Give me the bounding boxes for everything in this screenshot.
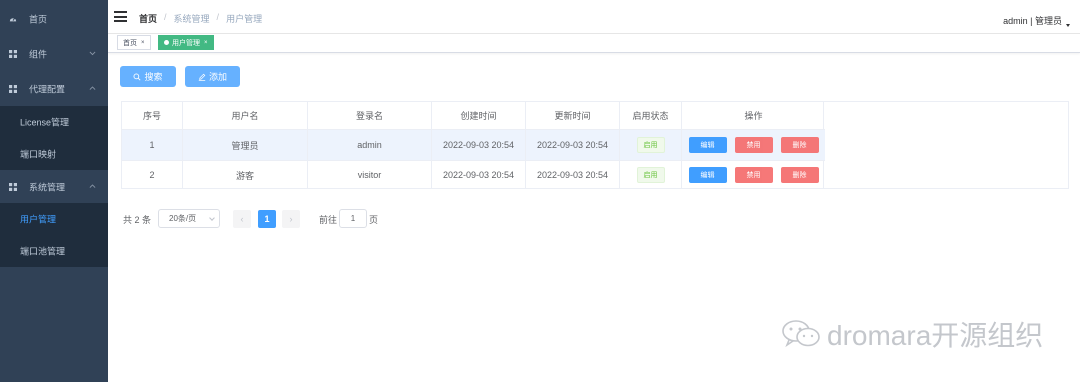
caret-down-icon xyxy=(1066,24,1070,27)
prev-page-button[interactable]: ‹ xyxy=(233,210,251,228)
tag-label: 首页 xyxy=(123,39,137,47)
page-size-value: 20条/页 xyxy=(169,214,197,223)
chevron-up-icon xyxy=(89,183,96,188)
sidebar-item-label: 代理配置 xyxy=(29,84,66,94)
edit-button[interactable]: 编辑 xyxy=(688,137,727,153)
goto-suffix: 页 xyxy=(369,215,379,225)
sidebar: 首页 组件 代理配置 License管理 端口映射 系统管理 用户管理 端口池管… xyxy=(0,0,108,382)
column-header: 登录名 xyxy=(308,102,432,129)
goto-page-input[interactable]: 1 xyxy=(339,209,367,228)
cell-created: 2022-09-03 20:54 xyxy=(432,130,526,160)
status-badge: 启用 xyxy=(636,137,665,153)
table-header-row: 序号 用户名 登录名 创建时间 更新时间 启用状态 操作 xyxy=(122,102,825,130)
cell-updated: 2022-09-03 20:54 xyxy=(526,130,620,160)
watermark-text: dromara开源组织 xyxy=(827,320,1044,351)
column-header: 更新时间 xyxy=(526,102,620,129)
page-size-select[interactable]: 20条/页 xyxy=(158,209,220,228)
breadcrumb-separator: / xyxy=(216,12,220,22)
chevron-down-icon xyxy=(89,51,96,55)
sidebar-item-label: 系统管理 xyxy=(29,182,66,192)
disable-button[interactable]: 禁用 xyxy=(734,167,773,183)
user-menu[interactable]: admin | 管理员 xyxy=(1003,14,1070,27)
cell-status: 启用 xyxy=(620,161,682,189)
sidebar-item-port-mapping[interactable]: 端口映射 xyxy=(0,138,108,170)
sidebar-item-label: License管理 xyxy=(20,117,70,128)
edit-button[interactable]: 编辑 xyxy=(688,167,727,183)
cell-username: 游客 xyxy=(183,161,308,189)
sidebar-item-label: 组件 xyxy=(29,49,48,59)
sidebar-item-components[interactable]: 组件 xyxy=(0,37,108,70)
sidebar-item-label: 端口池管理 xyxy=(20,246,66,257)
column-header: 用户名 xyxy=(183,102,308,129)
add-button-label: 添加 xyxy=(208,72,227,82)
column-header: 序号 xyxy=(122,102,183,129)
wechat-logo-icon xyxy=(782,320,820,348)
breadcrumb-system: 系统管理 xyxy=(173,14,210,24)
status-badge: 启用 xyxy=(636,167,665,183)
breadcrumb-current: 用户管理 xyxy=(226,14,263,24)
grid-icon xyxy=(9,49,17,58)
cell-created: 2022-09-03 20:54 xyxy=(432,161,526,189)
grid-icon xyxy=(9,182,17,191)
add-button[interactable]: 添加 xyxy=(185,66,240,87)
column-header: 启用状态 xyxy=(620,102,682,129)
sidebar-item-port-pool[interactable]: 端口池管理 xyxy=(0,235,108,267)
sidebar-item-label: 首页 xyxy=(29,14,48,24)
tag-label: 用户管理 xyxy=(172,39,200,47)
tags-view: 首页 × 用户管理 × xyxy=(108,34,1080,53)
sidebar-item-user-management[interactable]: 用户管理 xyxy=(0,203,108,235)
search-button[interactable]: 搜索 xyxy=(120,66,176,87)
sidebar-item-license[interactable]: License管理 xyxy=(0,106,108,138)
cell-updated: 2022-09-03 20:54 xyxy=(526,161,620,189)
search-button-label: 搜索 xyxy=(144,72,163,82)
hamburger-icon[interactable] xyxy=(114,11,127,22)
breadcrumb-home[interactable]: 首页 xyxy=(139,12,157,25)
column-header: 操作 xyxy=(744,111,763,121)
cell-login: visitor xyxy=(308,161,432,189)
navbar: 首页 / 系统管理 / 用户管理 admin | 管理员 xyxy=(108,0,1080,34)
table-row[interactable]: 1 管理员 admin 2022-09-03 20:54 2022-09-03 … xyxy=(122,130,825,161)
column-header: 创建时间 xyxy=(432,102,526,129)
breadcrumb-separator: / xyxy=(164,12,167,22)
cell-status: 启用 xyxy=(620,130,682,160)
cell-actions: 编辑 禁用 删除 xyxy=(682,130,825,160)
edit-icon xyxy=(198,73,206,81)
cell-index: 1 xyxy=(122,130,183,160)
cell-login: admin xyxy=(308,130,432,160)
cell-actions: 编辑 禁用 删除 xyxy=(682,161,825,189)
disable-button[interactable]: 禁用 xyxy=(734,137,773,153)
close-icon[interactable]: × xyxy=(204,40,208,46)
page-number-current[interactable]: 1 xyxy=(258,210,276,228)
search-icon xyxy=(134,73,141,81)
active-dot-icon xyxy=(164,40,169,45)
dashboard-icon xyxy=(9,17,17,21)
table-row[interactable]: 2 游客 visitor 2022-09-03 20:54 2022-09-03… xyxy=(122,161,825,189)
grid-icon xyxy=(9,84,17,93)
sidebar-item-label: 用户管理 xyxy=(20,214,57,225)
cell-username: 管理员 xyxy=(183,130,308,160)
delete-button[interactable]: 删除 xyxy=(780,137,819,153)
delete-button[interactable]: 删除 xyxy=(780,167,819,183)
breadcrumb: 首页 / 系统管理 / 用户管理 xyxy=(139,12,262,25)
goto-label: 前往 xyxy=(319,215,338,225)
pagination-total: 共 2 条 xyxy=(123,215,152,225)
sidebar-item-proxy-config[interactable]: 代理配置 xyxy=(0,72,108,105)
watermark: dromara开源组织 xyxy=(781,314,1043,354)
next-page-button[interactable]: › xyxy=(282,210,300,228)
cell-index: 2 xyxy=(122,161,183,189)
tag-home[interactable]: 首页 × xyxy=(117,35,151,50)
user-label: admin | 管理员 xyxy=(1003,16,1062,26)
sidebar-item-home[interactable]: 首页 xyxy=(0,2,108,35)
tag-user-management[interactable]: 用户管理 × xyxy=(158,35,214,50)
sidebar-item-label: 端口映射 xyxy=(20,149,57,160)
table-filler xyxy=(824,101,1069,189)
user-table: 序号 用户名 登录名 创建时间 更新时间 启用状态 操作 1 管理员 admin… xyxy=(121,101,825,189)
app-root: 首页 组件 代理配置 License管理 端口映射 系统管理 用户管理 端口池管… xyxy=(0,0,1080,382)
chevron-down-icon xyxy=(209,215,215,221)
chevron-up-icon xyxy=(89,85,96,90)
sidebar-item-system[interactable]: 系统管理 xyxy=(0,170,108,203)
close-icon[interactable]: × xyxy=(141,40,145,46)
